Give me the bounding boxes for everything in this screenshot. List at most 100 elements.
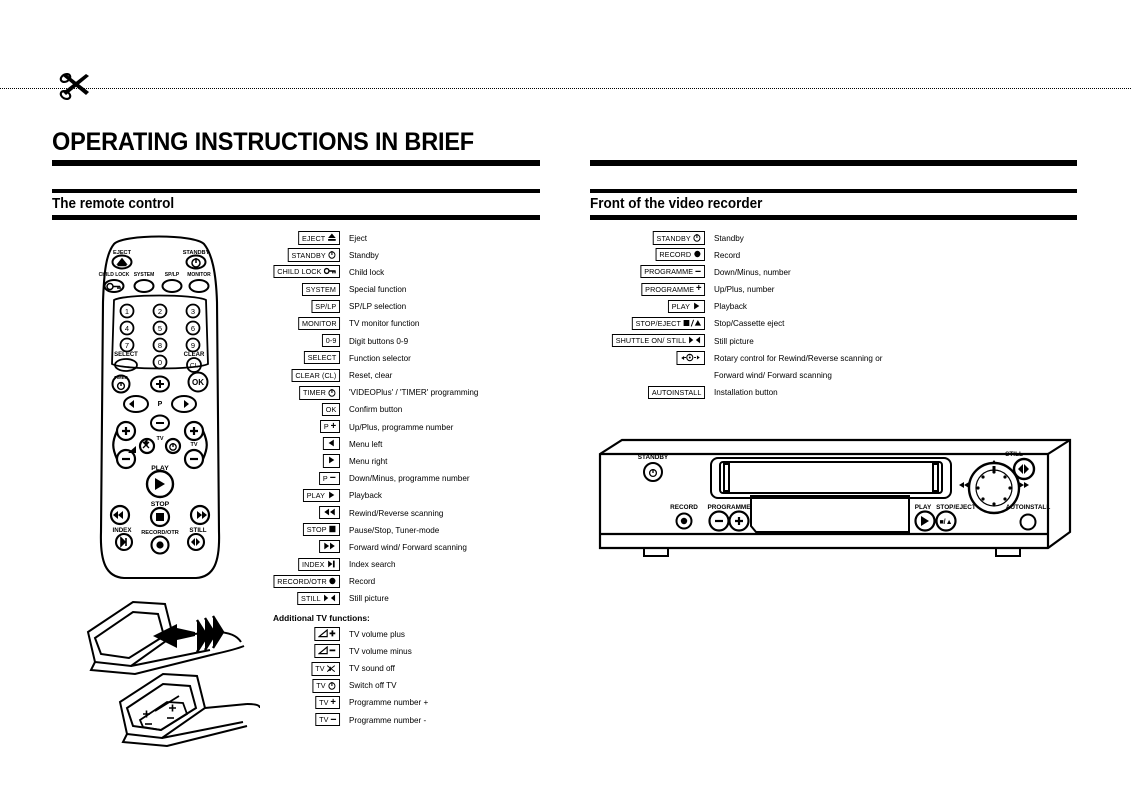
vcr-label-stop-eject: STOP/EJECT: [936, 504, 976, 511]
legend-key-cell: PROGRAMME −: [600, 265, 705, 279]
legend-key-cell: TV +: [265, 695, 340, 709]
legend-key-cell: STANDBY: [600, 231, 705, 246]
legend-key-cell: CLEAR (CL): [265, 368, 340, 382]
legend-key-box: RECORD: [656, 248, 705, 262]
legend-key-cell: [265, 454, 340, 468]
legend-description: Playback: [349, 490, 382, 501]
triangle-right-icon: [327, 491, 337, 501]
mute-speaker-icon: [326, 664, 337, 675]
legend-description: Confirm button: [349, 404, 403, 415]
legend-key-box: [322, 454, 340, 468]
section-rule-left-top: [52, 189, 540, 193]
legend-key-box: TV +: [315, 695, 340, 709]
legend-row: Menu right: [265, 454, 540, 471]
legend-row: Rewind/Reverse scanning: [265, 506, 540, 523]
scissors-icon: [59, 72, 89, 101]
legend-description: Playback: [714, 301, 747, 312]
legend-key-text: MONITOR: [301, 318, 337, 328]
svg-text:7: 7: [125, 341, 129, 350]
legend-description: Down/Minus, number: [714, 266, 791, 277]
legend-key-text: TIMER: [302, 388, 326, 398]
legend-row: Forward wind/ Forward scanning: [265, 540, 540, 557]
legend-row: STANDBY Standby: [265, 248, 540, 265]
legend-row: SYSTEM Special function: [265, 282, 540, 300]
triangle-left-icon: [327, 439, 337, 449]
legend-description: Programme number -: [349, 714, 427, 725]
legend-description: Forward wind/ Forward scanning: [714, 370, 832, 380]
legend-key-cell: [265, 627, 340, 642]
legend-key-text: STOP/EJECT: [635, 318, 682, 328]
legend-description: 'VIDEOPlus' / 'TIMER' programming: [349, 387, 479, 398]
legend-row: STANDBY Standby: [600, 231, 1070, 248]
legend-key-text: TV: [316, 681, 326, 691]
volume-wedge-minus-icon: [317, 646, 336, 657]
svg-text:1: 1: [125, 307, 129, 316]
remote-label-clear: CLEAR: [184, 352, 205, 358]
additional-tv-functions-heading: Additional TV functions:: [273, 613, 370, 624]
legend-key-text: STILL: [301, 593, 321, 603]
legend-key-cell: STANDBY: [265, 248, 340, 263]
legend-key-box: SP/LP: [311, 299, 340, 313]
legend-key-text: PROGRAMME: [644, 284, 694, 294]
legend-description: Function selector: [349, 352, 411, 363]
legend-row: TIMER 'VIDEOPlus' / 'TIMER' programming: [265, 385, 540, 403]
legend-row: Rotary control for Rewind/Reverse scanni…: [600, 351, 1070, 368]
legend-key-box: INDEX: [298, 557, 340, 571]
svg-text:INDEX: INDEX: [113, 527, 133, 534]
legend-key-cell: TIMER: [265, 385, 340, 400]
remote-label-monitor: MONITOR: [187, 272, 211, 278]
legend-key-cell: STOP/EJECT: [600, 316, 705, 331]
rotary-dial-icon: [680, 353, 701, 364]
vcr-label-still: STILL: [1005, 451, 1023, 458]
vcr-label-programme: PROGRAMME: [708, 504, 752, 511]
svg-text:0: 0: [158, 358, 162, 367]
clock-icon-icon: [328, 388, 337, 399]
power-standby-icon: [693, 233, 702, 244]
legend-row: TV − Programme number -: [265, 713, 540, 730]
legend-key-box: [676, 351, 705, 366]
legend-key-box: EJECT: [298, 231, 340, 246]
legend-key-cell: RECORD: [600, 248, 705, 262]
remote-label-child-lock: CHILD LOCK: [99, 272, 130, 278]
legend-key-box: [314, 644, 340, 659]
legend-description: Index search: [349, 559, 396, 570]
legend-row: OK Confirm button: [265, 402, 540, 420]
legend-key-text: SELECT: [307, 353, 337, 363]
legend-key-box: CHILD LOCK: [273, 265, 340, 279]
legend-key-text: P: [323, 473, 329, 483]
legend-row: MONITOR TV monitor function: [265, 316, 540, 334]
legend-key-text: STOP: [306, 525, 327, 535]
legend-key-box: PLAY: [302, 488, 340, 502]
legend-key-box: SHUTTLE ON/ STILL: [611, 334, 705, 348]
legend-description: Still picture: [714, 335, 754, 346]
legend-key-cell: P +: [265, 420, 340, 434]
legend-key-text: PLAY: [671, 301, 690, 311]
legend-key-cell: PLAY: [265, 488, 340, 502]
legend-key-text: STANDBY: [656, 233, 691, 243]
legend-key-box: SELECT: [303, 351, 340, 365]
vcr-label-standby: STANDBY: [638, 454, 669, 461]
legend-key-cell: [265, 437, 340, 451]
legend-key-box: CLEAR (CL): [291, 368, 340, 382]
legend-key-box: [322, 437, 340, 451]
legend-row: PLAY Playback: [600, 299, 1070, 317]
svg-text:5: 5: [158, 324, 162, 333]
legend-description: Up/Plus, number: [714, 284, 775, 295]
legend-description: Digit buttons 0-9: [349, 335, 409, 346]
legend-key-cell: TV: [265, 661, 340, 676]
legend-key-cell: PROGRAMME +: [600, 282, 705, 296]
legend-row: P − Down/Minus, programme number: [265, 471, 540, 489]
legend-description: Forward wind/ Forward scanning: [349, 541, 467, 552]
svg-text:6: 6: [191, 324, 195, 333]
legend-row: TV volume plus: [265, 627, 540, 644]
svg-text:CL: CL: [190, 363, 199, 370]
legend-key-box: TV: [311, 661, 340, 676]
legend-key-cell: P −: [265, 471, 340, 485]
remote-control-diagram: EJECT STANDBY CHILD LOCK SYSTEM SP/LP MO…: [99, 235, 221, 580]
record-dot-icon: [694, 250, 702, 260]
volume-wedge-plus-icon: [317, 628, 336, 640]
legend-row: PLAY Playback: [265, 488, 540, 506]
legend-key-box: STILL: [297, 591, 340, 606]
legend-row: SELECT Function selector: [265, 351, 540, 368]
vcr-label-record: RECORD: [670, 504, 698, 511]
